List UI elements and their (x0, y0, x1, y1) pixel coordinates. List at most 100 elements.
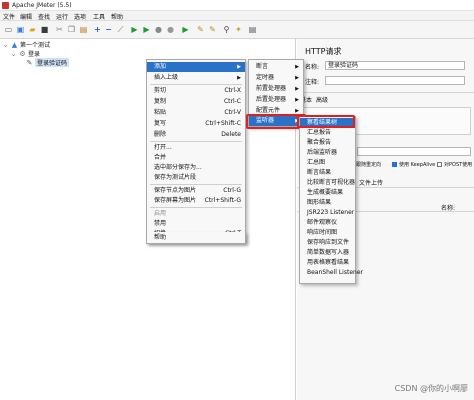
basic-advanced-tabs: 基本 高级 (300, 95, 328, 105)
menu-separator (150, 207, 242, 208)
menu-item-duplicate[interactable]: 复写 Ctrl+Shift-C (147, 119, 245, 129)
start-icon[interactable]: ▶ (129, 24, 140, 35)
menu-item-paste[interactable]: 粘贴 Ctrl-V (147, 108, 245, 118)
menu-edit[interactable]: 编辑 (20, 12, 32, 21)
menu-item-save-screen-image[interactable]: 保存屏幕为图片 Ctrl+Shift-G (147, 196, 245, 206)
listener-submenu: 察看结果树 汇总报告 聚合报告 后端监听器 汇总图 断言结果 比较断言可视化器 … (299, 116, 363, 284)
new-icon[interactable]: ▭ (3, 24, 14, 35)
menu-item-delete[interactable]: 删除 Delete (147, 130, 245, 140)
csdn-watermark: CSDN @你的小啊廖 (394, 384, 468, 393)
context-menu: 添加 ▶ 插入上级 ▶ 剪切 Ctrl-X 复制 Ctrl-C 粘贴 Ctrl-V 复写 C… (146, 59, 246, 243)
expand-toggle-icon[interactable]: ⌄ (10, 50, 17, 58)
open-icon[interactable]: ▰ (27, 24, 38, 35)
name-label: 名称: (305, 64, 320, 71)
comment-label: 注释: (305, 79, 320, 86)
collapse-icon[interactable]: − (103, 24, 114, 35)
shutdown-icon[interactable]: ● (165, 24, 176, 35)
window-title: Apache JMeter (5.5) (12, 2, 72, 9)
menu-item-timers[interactable]: 定时器 ▶ (249, 73, 303, 83)
submenu-arrow-icon: ▶ (237, 64, 241, 70)
sampler-pen-icon: ✎ (26, 58, 33, 67)
menu-item-copy[interactable]: 复制 Ctrl-C (147, 97, 245, 107)
menu-item-view-results-in-table[interactable]: 用表格察看结果 (300, 258, 355, 268)
stop-icon[interactable]: ● (153, 24, 164, 35)
menu-item-add[interactable]: 添加 ▶ (147, 62, 245, 72)
tree-node-label: 第一个测试 (20, 42, 51, 49)
menu-item-response-time-graph[interactable]: 响应时间图 (300, 228, 355, 238)
multipart-post-checkbox[interactable]: 对POST使用 (437, 161, 472, 168)
menu-separator (150, 141, 242, 142)
menu-item-open[interactable]: 打开... (147, 143, 245, 153)
menu-item-assertions[interactable]: 断言 ▶ (249, 62, 303, 72)
menu-item-merge[interactable]: 合并 (147, 153, 245, 163)
menu-item-save-selection-as[interactable]: 选中部分保存为... (147, 163, 245, 173)
menu-item-disable[interactable]: 禁用 (147, 219, 245, 229)
tree-node-test-plan[interactable]: ⌄ ▲ 第一个测试 (2, 40, 51, 50)
expand-toggle-icon[interactable]: ⌄ (2, 41, 9, 49)
save-icon[interactable]: ■ (39, 24, 50, 35)
path-field[interactable] (357, 147, 471, 156)
test-plan-icon: ▲ (11, 40, 18, 49)
menu-item-comparison-assertion-visualizer[interactable]: 比较断言可视化器 (300, 178, 355, 188)
divider (297, 92, 474, 93)
reset-search-icon[interactable]: ✦ (233, 24, 244, 35)
paste-icon[interactable]: ▤ (78, 24, 89, 35)
tree-node-http-sampler[interactable]: ✎ 登录验证码 (26, 58, 70, 67)
expand-icon[interactable]: + (92, 24, 103, 35)
menu-item-summary-report[interactable]: 汇总报告 (300, 128, 355, 138)
menu-item-aggregate-graph[interactable]: 汇总图 (300, 158, 355, 168)
menu-item-beanshell-listener[interactable]: BeanShell Listener (300, 268, 363, 278)
checkbox-label: 跟随重定向 (356, 162, 382, 168)
menu-item-mailer-visualizer[interactable]: 邮件观察仪 (300, 218, 355, 228)
menu-item-help[interactable]: 帮助 (147, 233, 245, 243)
clear-icon[interactable]: ✎ (195, 24, 206, 35)
comment-field[interactable] (325, 76, 465, 85)
menu-search[interactable]: 查找 (38, 12, 50, 21)
menu-options[interactable]: 选项 (74, 12, 86, 21)
submenu-arrow-icon: ▶ (295, 75, 299, 81)
menu-item-save-responses-to-file[interactable]: 保存响应到文件 (300, 238, 355, 248)
tab-advanced[interactable]: 高级 (316, 95, 328, 105)
start-no-pause-icon[interactable]: ▶ (141, 24, 152, 35)
menu-bar: 文件 编辑 查找 运行 选项 工具 帮助 (0, 11, 474, 21)
checkbox-box (392, 162, 397, 167)
cut-icon[interactable]: ✂ (54, 24, 65, 35)
function-helper-icon[interactable]: ▤ (247, 24, 258, 35)
use-keepalive-checkbox[interactable]: 使用 KeepAlive (392, 161, 435, 168)
jmeter-app-icon (2, 2, 9, 9)
menu-item-generate-summary-results[interactable]: 生成概要结果 (300, 188, 355, 198)
submenu-arrow-icon: ▶ (295, 97, 299, 103)
copy-icon[interactable]: ❐ (66, 24, 77, 35)
menu-item-backend-listener[interactable]: 后端监听器 (300, 148, 355, 158)
clear-all-icon[interactable]: ✎ (207, 24, 218, 35)
menu-item-aggregate-report[interactable]: 聚合报告 (300, 138, 355, 148)
templates-icon[interactable]: ▣ (15, 24, 26, 35)
menu-item-insert-parent[interactable]: 插入上级 ▶ (147, 73, 245, 83)
menu-help[interactable]: 帮助 (111, 12, 123, 21)
highlight-box-view-results-tree (297, 115, 355, 128)
menu-item-jsr223-listener[interactable]: JSR223 Listener (300, 208, 355, 218)
menu-item-cut[interactable]: 剪切 Ctrl-X (147, 86, 245, 96)
toggle-icon[interactable]: ⟋ (115, 24, 126, 35)
checkbox-label: 对POST使用 (444, 162, 473, 168)
tree-node-thread-group[interactable]: ⌄ ⚙ 登录 (10, 49, 40, 59)
menu-item-save-node-image[interactable]: 保存节点为图片 Ctrl-G (147, 186, 245, 196)
menu-tools[interactable]: 工具 (93, 12, 105, 21)
remote-start-icon[interactable]: ▶ (180, 24, 191, 35)
menu-item-graph-results[interactable]: 图形结果 (300, 198, 355, 208)
submenu-arrow-icon: ▶ (237, 75, 241, 81)
menu-item-simple-data-writer[interactable]: 简单数据写入器 (300, 248, 355, 258)
menu-separator (150, 84, 242, 85)
panel-title: HTTP请求 (305, 47, 342, 56)
tab-file-upload[interactable]: 文件上传 (359, 178, 383, 187)
menu-item-pre-processors[interactable]: 前置处理器 ▶ (249, 84, 303, 94)
name-field[interactable]: 登录验证码 (325, 61, 465, 70)
menu-file[interactable]: 文件 (3, 12, 15, 21)
toolbar: ▭ ▣ ▰ ■ ✂ ❐ ▤ + − ⟋ ▶ ▶ ● ● ▶ ✎ ✎ ⚲ ✦ ▤ (0, 21, 474, 39)
menu-separator (150, 184, 242, 185)
menu-item-assertion-results[interactable]: 断言结果 (300, 168, 355, 178)
menu-item-save-as-test-fragment[interactable]: 保存为测试片段 (147, 173, 245, 183)
menu-run[interactable]: 运行 (56, 12, 68, 21)
search-icon[interactable]: ⚲ (221, 24, 232, 35)
menu-item-post-processors[interactable]: 后置处理器 ▶ (249, 95, 303, 105)
